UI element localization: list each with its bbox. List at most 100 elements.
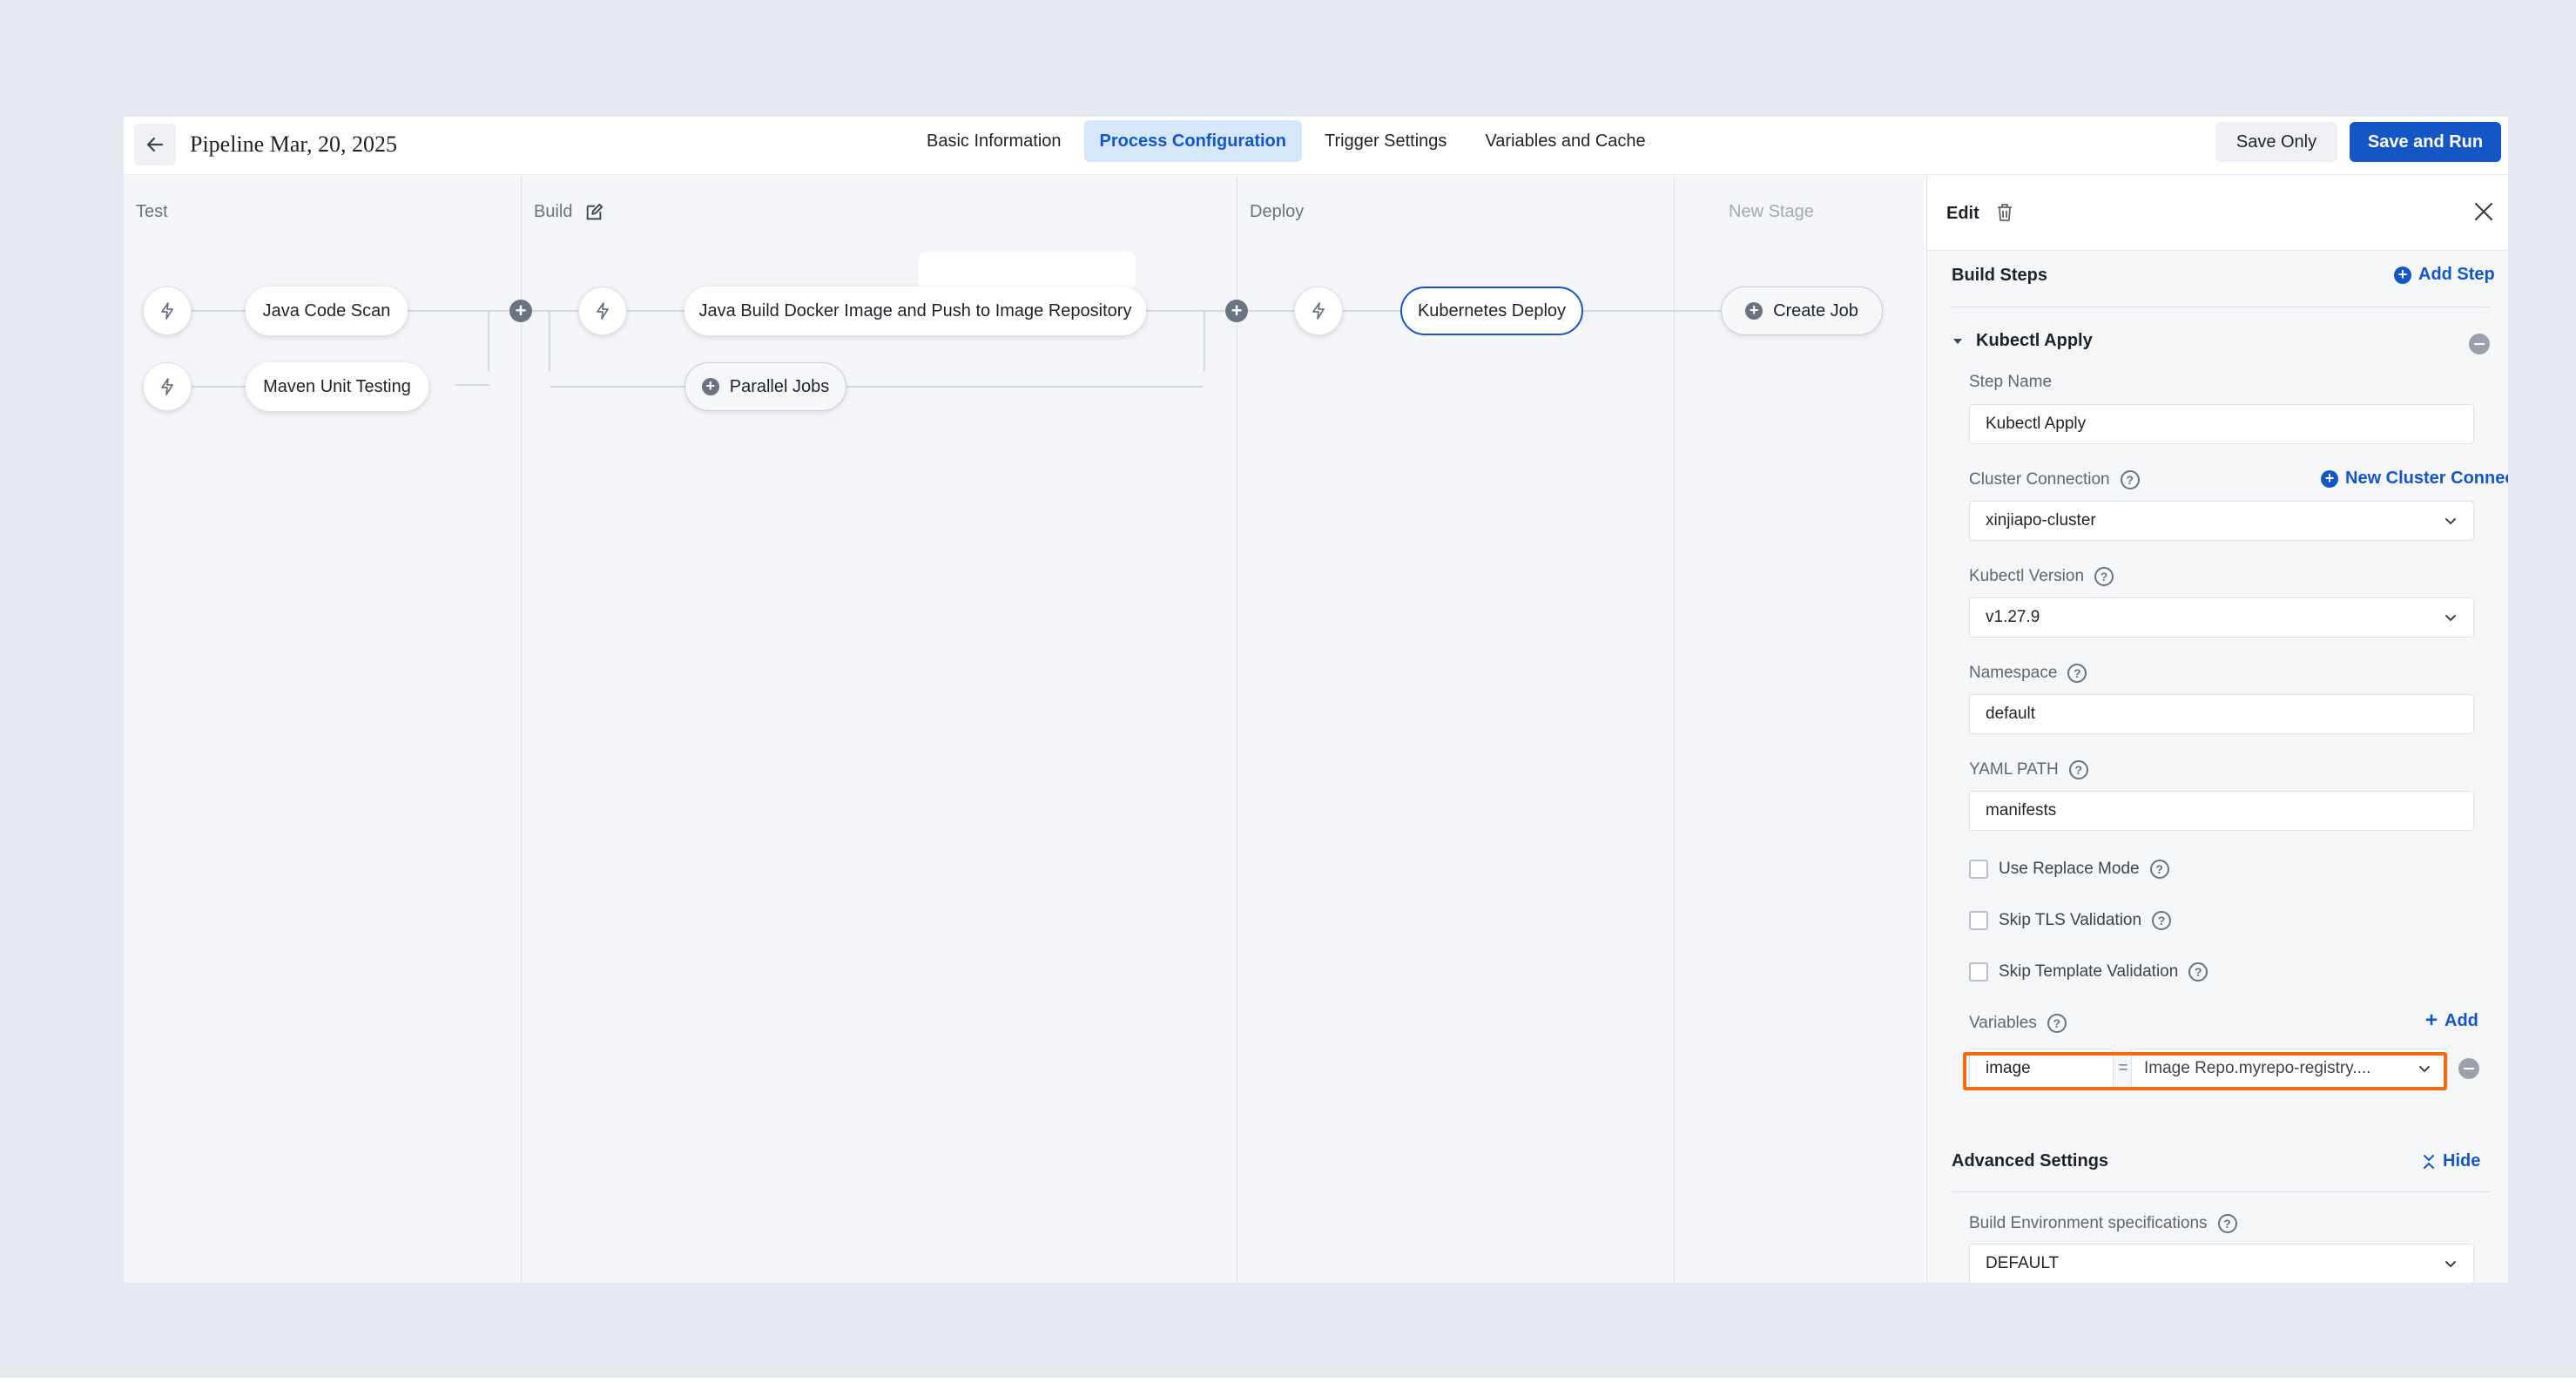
connector-line (455, 384, 489, 386)
hide-advanced-button[interactable]: Hide (2422, 1151, 2480, 1171)
job-trigger-button[interactable] (143, 287, 192, 335)
stage-test: Test (124, 176, 522, 1283)
plus-icon: + (2425, 1009, 2438, 1032)
stage-title: New Stage (1729, 202, 1814, 221)
skip-template-validation-checkbox[interactable] (1969, 962, 1988, 982)
tab-trigger-settings[interactable]: Trigger Settings (1309, 120, 1462, 162)
panel-header: Edit (1927, 176, 2508, 251)
skip-tls-validation-label: Skip TLS Validation (1999, 911, 2142, 929)
stage-title-row: Build (534, 202, 604, 222)
help-icon[interactable]: ? (2067, 664, 2087, 683)
help-icon[interactable]: ? (2188, 962, 2208, 982)
use-replace-mode-checkbox[interactable] (1969, 860, 1988, 879)
help-icon[interactable]: ? (2217, 1214, 2237, 1233)
connector-line (549, 310, 550, 371)
pipeline-canvas: Test Build Deploy New Stage Java Code Sc… (124, 176, 1925, 1283)
cluster-connection-select[interactable]: xinjiapo-cluster (1969, 501, 2474, 541)
job-kubernetes-deploy[interactable]: Kubernetes Deploy (1400, 287, 1583, 335)
skip-tls-validation-checkbox[interactable] (1969, 911, 1988, 930)
hide-label: Hide (2443, 1151, 2481, 1170)
kubectl-version-label: Kubectl Version ? (1969, 567, 2114, 586)
help-icon[interactable]: ? (2149, 860, 2169, 879)
close-icon[interactable] (2472, 200, 2495, 223)
job-java-build-docker[interactable]: Java Build Docker Image and Push to Imag… (684, 287, 1146, 335)
plus-circle-icon: + (2321, 469, 2338, 488)
help-icon[interactable]: ? (2152, 911, 2172, 930)
kubectl-version-select[interactable]: v1.27.9 (1969, 597, 2474, 638)
cluster-connection-value: xinjiapo-cluster (1986, 511, 2096, 530)
add-step-button[interactable]: + Add Step (2394, 265, 2495, 285)
connector-line (1204, 310, 1205, 371)
add-stage-button[interactable]: + (509, 300, 532, 322)
trash-icon[interactable] (1995, 202, 2014, 223)
tab-basic-information[interactable]: Basic Information (911, 120, 1077, 162)
job-trigger-button[interactable] (578, 287, 627, 335)
edit-icon[interactable] (584, 203, 604, 222)
cluster-connection-label: Cluster Connection ? (1969, 470, 2140, 489)
variables-label: Variables ? (1969, 1014, 2067, 1033)
collapse-icon (2424, 1154, 2434, 1169)
new-cluster-connection-button[interactable]: + New Cluster Connection (2321, 469, 2508, 489)
create-job-button[interactable]: + Create Job (1721, 287, 1883, 335)
advanced-settings-title: Advanced Settings (1952, 1151, 2109, 1170)
tab-process-configuration[interactable]: Process Configuration (1083, 120, 1302, 162)
yaml-path-input[interactable]: manifests (1969, 791, 2474, 831)
step-name-label: Step Name (1969, 373, 2053, 391)
step-name-input[interactable]: Kubectl Apply (1969, 404, 2474, 444)
help-icon[interactable]: ? (2047, 1014, 2067, 1033)
skip-tls-validation-row[interactable]: Skip TLS Validation ? (1969, 911, 2172, 930)
help-icon[interactable]: ? (2120, 470, 2140, 489)
back-button[interactable] (134, 124, 176, 165)
remove-variable-button[interactable] (2458, 1058, 2479, 1079)
new-cluster-connection-label: New Cluster Connection (2345, 469, 2508, 488)
job-trigger-button[interactable] (1294, 287, 1343, 335)
step-header[interactable]: Kubectl Apply (1952, 331, 2093, 351)
caret-down-icon (1953, 338, 1962, 344)
add-stage-button[interactable]: + (1225, 300, 1248, 322)
namespace-input[interactable]: default (1969, 694, 2474, 734)
yaml-path-label: YAML PATH ? (1969, 760, 2088, 779)
chevron-down-icon (2445, 1261, 2456, 1268)
create-job-label: Create Job (1773, 301, 1858, 320)
job-trigger-button[interactable] (143, 362, 192, 411)
add-variable-label: Add (2445, 1010, 2478, 1030)
stage-title: Build (534, 202, 573, 221)
plus-circle-icon: + (701, 378, 719, 395)
namespace-label: Namespace ? (1969, 664, 2087, 683)
build-env-label: Build Environment specifications ? (1969, 1214, 2237, 1233)
add-step-label: Add Step (2418, 265, 2495, 284)
lightning-icon (1312, 302, 1325, 320)
connector-line (838, 386, 1204, 388)
job-java-code-scan[interactable]: Java Code Scan (246, 287, 408, 335)
add-variable-button[interactable]: + Add (2425, 1009, 2478, 1033)
save-only-button[interactable]: Save Only (2215, 122, 2337, 162)
stage-new: New Stage (1675, 176, 1925, 1283)
skip-template-validation-label: Skip Template Validation (1999, 962, 2179, 981)
help-icon[interactable]: ? (2068, 760, 2088, 779)
parallel-jobs-label: Parallel Jobs (729, 377, 830, 396)
remove-step-button[interactable] (2469, 334, 2490, 354)
job-maven-unit-testing[interactable]: Maven Unit Testing (246, 362, 428, 411)
stage-build: Build (522, 176, 1237, 1283)
kubectl-version-value: v1.27.9 (1986, 608, 2040, 626)
connector-line (488, 310, 489, 371)
panel-title: Edit (1946, 204, 1979, 223)
use-replace-mode-label: Use Replace Mode (1999, 860, 2140, 878)
divider (1952, 1191, 2492, 1192)
use-replace-mode-row[interactable]: Use Replace Mode ? (1969, 860, 2169, 879)
lightning-icon (161, 302, 173, 320)
build-env-select[interactable]: DEFAULT (1969, 1244, 2474, 1283)
header-bar: Pipeline Mar, 20, 2025 Basic Information… (124, 117, 2508, 175)
highlight-box (1963, 1052, 2447, 1090)
plus-circle-icon: + (2394, 266, 2411, 284)
skip-template-validation-row[interactable]: Skip Template Validation ? (1969, 962, 2208, 982)
save-and-run-button[interactable]: Save and Run (2350, 122, 2501, 162)
tab-variables-and-cache[interactable]: Variables and Cache (1469, 120, 1661, 162)
bottom-strip (0, 1378, 2576, 1383)
stage-deploy: Deploy (1237, 176, 1675, 1283)
parallel-jobs-button[interactable]: + Parallel Jobs (684, 362, 846, 411)
help-icon[interactable]: ? (2094, 567, 2114, 586)
edit-panel: Edit Build Steps + Add Step Kubectl Appl… (1926, 176, 2508, 1283)
app-window: Pipeline Mar, 20, 2025 Basic Information… (124, 117, 2508, 1283)
build-env-value: DEFAULT (1986, 1254, 2060, 1272)
